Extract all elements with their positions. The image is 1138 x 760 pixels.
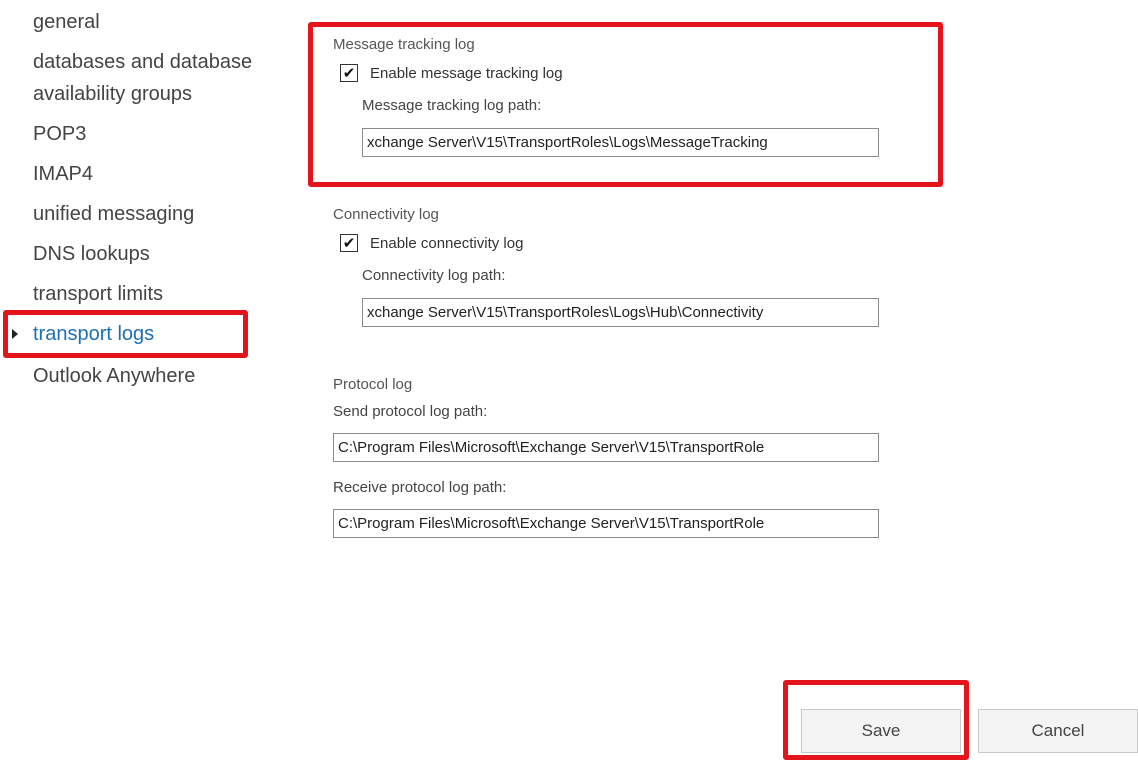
receive-protocol-path-input[interactable] — [333, 509, 879, 538]
checkbox-box[interactable]: ✔ — [340, 234, 358, 252]
protocol-title: Protocol log — [333, 376, 413, 393]
enable-message-tracking-checkbox[interactable]: ✔ Enable message tracking log — [340, 63, 563, 83]
sidebar-item-databases-line2[interactable]: availability groups — [33, 81, 192, 107]
sidebar-item-outlook-anywhere[interactable]: Outlook Anywhere — [33, 363, 195, 389]
save-button[interactable]: Save — [801, 709, 961, 753]
sidebar-item-general[interactable]: general — [33, 9, 100, 35]
send-protocol-path-input[interactable] — [333, 433, 879, 462]
checkmark-icon: ✔ — [342, 64, 356, 82]
selected-triangle-icon — [12, 329, 18, 339]
sidebar-item-transport-logs[interactable]: transport logs — [33, 321, 154, 347]
sidebar-item-dns-lookups[interactable]: DNS lookups — [33, 241, 150, 267]
connectivity-path-input[interactable] — [362, 298, 879, 327]
sidebar-item-transport-limits[interactable]: transport limits — [33, 281, 163, 307]
message-tracking-title: Message tracking log — [333, 36, 475, 53]
sidebar-item-databases-line1[interactable]: databases and database — [33, 49, 252, 75]
enable-connectivity-checkbox[interactable]: ✔ Enable connectivity log — [340, 233, 523, 253]
enable-message-tracking-label: Enable message tracking log — [370, 64, 563, 82]
receive-protocol-path-label: Receive protocol log path: — [333, 479, 507, 496]
sidebar-item-pop3[interactable]: POP3 — [33, 121, 86, 147]
checkbox-box[interactable]: ✔ — [340, 64, 358, 82]
sidebar-item-unified-messaging[interactable]: unified messaging — [33, 201, 194, 227]
checkmark-icon: ✔ — [342, 234, 356, 252]
message-tracking-path-label: Message tracking log path: — [362, 97, 542, 114]
connectivity-title: Connectivity log — [333, 206, 439, 223]
connectivity-path-label: Connectivity log path: — [362, 267, 506, 284]
enable-connectivity-label: Enable connectivity log — [370, 234, 524, 252]
message-tracking-path-input[interactable] — [362, 128, 879, 157]
send-protocol-path-label: Send protocol log path: — [333, 403, 488, 420]
cancel-button[interactable]: Cancel — [978, 709, 1138, 753]
sidebar-item-imap4[interactable]: IMAP4 — [33, 161, 93, 187]
